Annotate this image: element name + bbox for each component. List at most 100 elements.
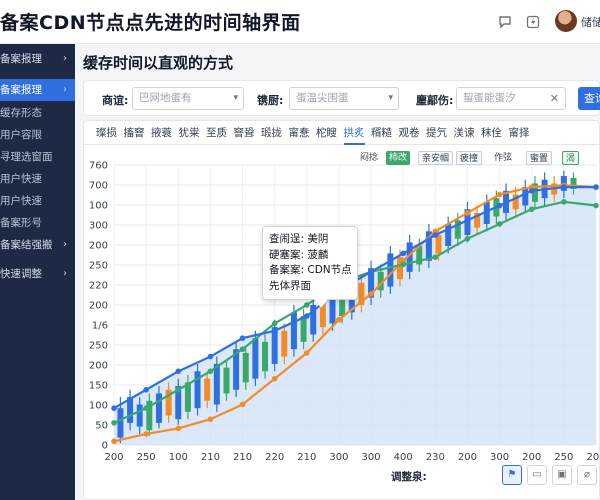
y-tick-label: 100	[89, 401, 108, 412]
series-point	[368, 291, 374, 297]
series-point	[304, 302, 310, 308]
chart-tool[interactable]: 闷捻	[357, 151, 381, 165]
series-point	[496, 202, 503, 209]
filter-label: 麈鄗伤:	[416, 94, 454, 107]
x-tick-label: 210	[201, 452, 220, 463]
y-tick-label: 100	[89, 201, 108, 212]
chart-tool[interactable]: 作弦	[491, 151, 515, 165]
top-header: 备案CDN节点点先进的时间轴界面 储储	[0, 0, 600, 44]
chart-tool[interactable]: 蜜置	[526, 151, 553, 165]
filter-value: 巴网地蛋有	[139, 92, 192, 104]
series-point	[528, 187, 535, 194]
sidebar-subitem[interactable]: 用户快速	[0, 168, 75, 190]
sidebar-item[interactable]: 备案报理 ›	[0, 48, 75, 70]
candle-body	[300, 316, 307, 342]
main-content: 缓存时间以直观的方式 商谊: 巴网地蛋有 ▾ 镌厨: 蛋温尖围蛋 ▾ 麈鄗伤: 蛪蛋…	[75, 44, 600, 500]
candle-body	[281, 330, 288, 357]
timeline-chart[interactable]: 0 50 100 150 200 250 1/6 200 220 250 200 300 100 700 7…	[84, 121, 600, 500]
x-tick-label: 230	[426, 452, 445, 463]
sidebar-subitem[interactable]: 缓存形态	[0, 102, 75, 124]
sidebar-item[interactable]: 快速调整 ›	[0, 263, 75, 285]
series-point	[400, 250, 407, 257]
candle-body	[435, 235, 442, 254]
series-point	[304, 350, 310, 356]
sidebar-item-active[interactable]: 备案报理 ›	[0, 79, 75, 101]
series-point	[207, 416, 214, 423]
tooltip-line: 备案案: CDN节点	[269, 264, 352, 276]
sidebar-subitem[interactable]: 备案形号	[0, 212, 75, 234]
x-tick-label: 200	[458, 452, 477, 463]
app-title: 备案CDN节点点先进的时间轴界面	[0, 12, 301, 34]
x-tick-label: 250	[137, 452, 156, 463]
series-point	[593, 184, 599, 190]
chart-tool[interactable]: 亲安帼	[418, 151, 454, 165]
candle-body	[223, 367, 230, 394]
sidebar-subitem[interactable]: 用户容限	[0, 124, 75, 146]
y-tick-label: 0	[102, 441, 108, 452]
series-point	[464, 217, 471, 224]
user-name[interactable]: 储储	[581, 14, 600, 30]
close-icon[interactable]: ✕	[550, 88, 559, 109]
sidebar-item[interactable]: 备案结强搬 ›	[0, 234, 75, 256]
x-tick-label: 400	[394, 452, 413, 463]
series-point	[143, 386, 149, 393]
sidebar-item-label: 备案结强搬	[0, 239, 53, 251]
tooltip-line: 硬塞案: 菠麟	[269, 248, 329, 261]
candle-body	[252, 338, 259, 379]
chart-tool[interactable]: 柿改	[386, 151, 411, 165]
filter-input[interactable]: 蛪蛋能蛋汐 ✕	[456, 87, 566, 110]
x-tick-label: 210	[297, 452, 316, 463]
series-point	[175, 368, 182, 375]
series-point	[400, 261, 407, 268]
avatar[interactable]	[555, 10, 577, 32]
x-tick-label: 210	[233, 452, 252, 463]
series-point	[111, 405, 117, 411]
series-point	[207, 353, 214, 360]
chart-tool[interactable]: 渴	[562, 151, 580, 165]
filter-select[interactable]: 巴网地蛋有 ▾	[132, 87, 244, 110]
x-tick-label: 300	[329, 452, 348, 463]
filter-select[interactable]: 蛋温尖围蛋 ▾	[289, 87, 399, 110]
sidebar-item-label: 备案报理	[0, 53, 42, 65]
filter-label: 镌厨:	[257, 94, 284, 107]
sidebar-item-label: 快速调整	[0, 268, 42, 280]
chevron-down-icon: ▾	[233, 93, 238, 103]
series-point	[271, 320, 278, 327]
series-point	[496, 221, 503, 227]
query-button[interactable]: 查询	[578, 87, 600, 110]
chat-icon[interactable]	[497, 14, 513, 30]
page-title: 缓存时间以直观的方式	[83, 54, 234, 72]
sidebar-subitem[interactable]: 寻理选窗面	[0, 146, 75, 168]
link-icon[interactable]: ⌀	[577, 465, 597, 485]
candle-body	[204, 378, 211, 401]
y-tick-label: 250	[89, 341, 108, 352]
image-icon[interactable]: ▣	[552, 465, 572, 485]
series-point	[496, 191, 503, 198]
series-point	[143, 431, 149, 437]
sidebar-subitem[interactable]: 用户快速	[0, 190, 75, 212]
filter-value: 蛋温尖围蛋	[296, 92, 349, 104]
chart-tool[interactable]: 疲撞	[456, 151, 483, 165]
x-tick-label: 220	[265, 452, 284, 463]
series-point	[111, 438, 117, 445]
series-point	[432, 232, 439, 238]
series-point	[175, 386, 182, 393]
bolt-icon[interactable]	[525, 14, 541, 30]
series-point	[368, 269, 374, 275]
tooltip: 查闹逞: 美阴 硬塞案: 菠麟 备案案: CDN节点 先体界面	[262, 226, 358, 300]
series-point	[593, 202, 599, 209]
series-point	[143, 405, 149, 411]
series-point	[432, 254, 439, 260]
y-tick-label: 50	[95, 421, 108, 432]
filter-label: 商谊:	[102, 94, 129, 107]
flag-icon[interactable]: ⚑	[502, 465, 522, 485]
series-point	[304, 313, 310, 319]
y-tick-label: 150	[89, 381, 108, 392]
box-icon[interactable]: ▭	[527, 465, 547, 485]
chevron-right-icon: ›	[63, 239, 67, 250]
sidebar-item-label: 备案报理	[0, 84, 42, 96]
series-point	[561, 199, 567, 205]
y-tick-label: 1/6	[92, 321, 108, 332]
y-tick-label: 200	[89, 361, 108, 372]
y-tick-label: 700	[89, 181, 108, 192]
